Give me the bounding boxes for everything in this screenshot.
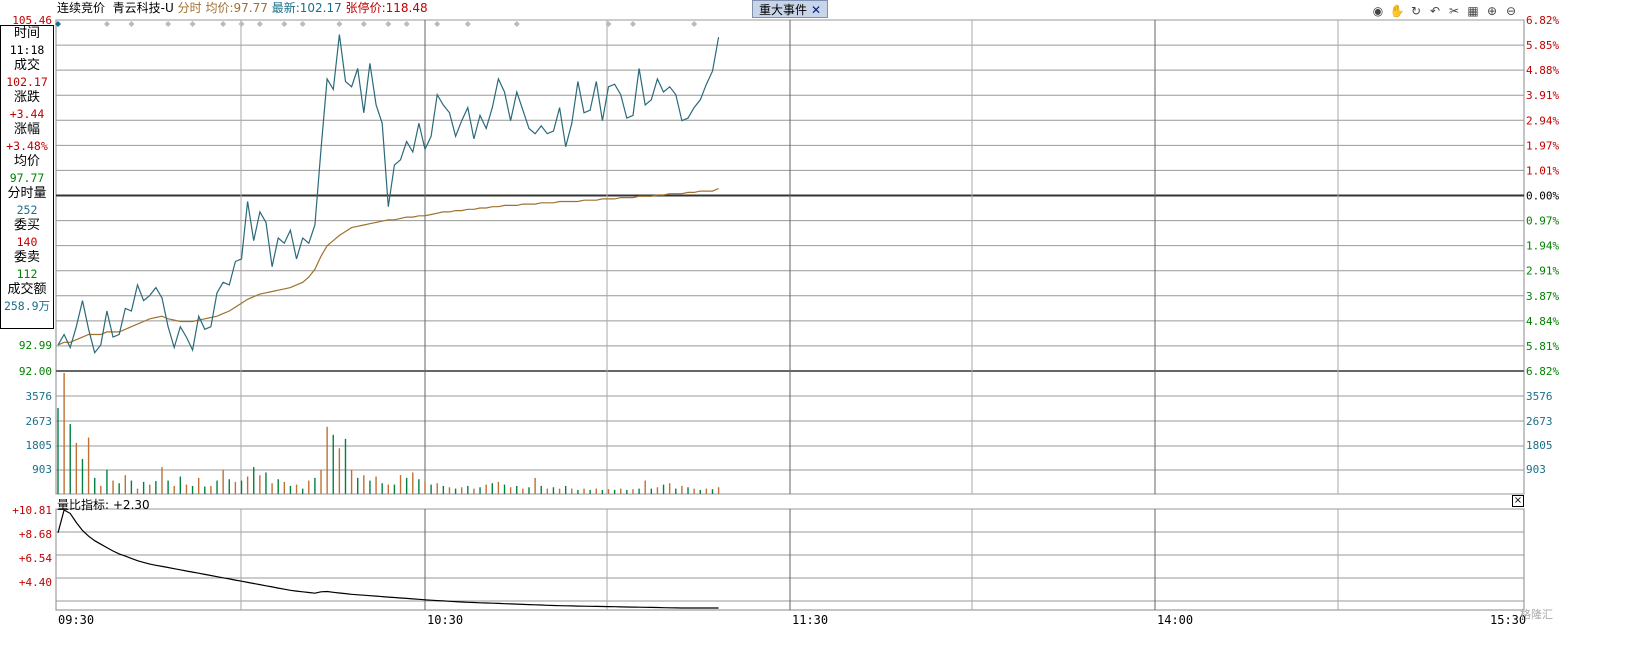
event-marker-icon: [220, 21, 227, 27]
time-label-1030: 10:30: [427, 613, 464, 627]
time-label: 时间: [13, 26, 40, 41]
chart-grid: [55, 19, 1525, 611]
pct-tick-label: 3.87%: [1526, 290, 1559, 303]
pct-tick-label: 4.84%: [1526, 315, 1559, 328]
event-marker-icon: [513, 21, 520, 27]
price-axis-right: 6.82% 5.85% 4.88% 3.91% 2.94% 1.97% 1.01% 0.00%…: [1526, 14, 1559, 378]
ask-value: 112: [16, 267, 38, 281]
volume-axis: 3576 3576 2673 2673 1805 1805 903 903: [26, 390, 1553, 476]
ratio-tick-label: +4.40: [19, 576, 52, 589]
volume-ratio-axis: +10.81 +8.68 +6.54 +4.40: [12, 504, 52, 589]
event-marker-icon: [336, 21, 343, 27]
event-marker-icon: [691, 21, 698, 27]
event-marker-icon: [299, 21, 306, 27]
bid-label: 委买: [13, 218, 40, 233]
pct-tick-label: 5.81%: [1526, 340, 1559, 353]
volume-bars: [57, 373, 720, 494]
event-marker-icon: [360, 21, 367, 27]
bid-value: 140: [16, 235, 38, 249]
volume-ratio-header: 量比指标: +2.30: [57, 496, 150, 513]
pct-tick-label: 6.82%: [1526, 365, 1559, 378]
avg-series-line: [57, 187, 719, 346]
price-series-line: [57, 34, 720, 355]
volume-tick-label: 903: [1526, 463, 1546, 476]
time-label-1400: 14:00: [1157, 613, 1194, 627]
price-tick-label: 92.99: [19, 339, 52, 352]
volume-tick-label: 2673: [1526, 415, 1553, 428]
info-panel: 时间 11:18 成交 102.17 涨跌 +3.44 涨幅 +3.48% 均价…: [0, 25, 54, 329]
intraday-chart[interactable]: 105.4692.9992.00 6.82%5.85%4.88%3.91%2.9…: [0, 0, 1637, 659]
time-label-0930: 09:30: [58, 613, 95, 627]
avg-value: 97.77: [9, 171, 45, 185]
event-marker-icon: [629, 21, 636, 27]
volume-tick-label: 1805: [1526, 439, 1553, 452]
ratio-tick-label: +6.54: [19, 552, 52, 565]
avg-price-line: [57, 187, 719, 346]
pct-tick-label: 6.82%: [1526, 14, 1559, 27]
pct-tick-label: 0.00%: [1526, 190, 1559, 203]
event-marker-icon: [189, 21, 196, 27]
ratio-tick-label: +10.81: [12, 504, 52, 517]
pct-label: 涨幅: [13, 122, 40, 137]
ratio-series-line: [57, 509, 719, 609]
amount-label: 成交额: [7, 282, 47, 297]
event-marker-icon: [605, 21, 612, 27]
pct-tick-label: 1.97%: [1526, 139, 1559, 152]
volume-label: 分时量: [7, 186, 47, 201]
event-marker-icon: [281, 21, 288, 27]
price-tick-label: 92.00: [19, 365, 52, 378]
volume-tick-label: 2673: [26, 415, 53, 428]
event-marker-icon: [256, 21, 263, 27]
event-markers[interactable]: [55, 21, 698, 27]
volume-ratio-line: [57, 509, 719, 609]
volume-tick-label: 3576: [26, 390, 53, 403]
pct-tick-label: 5.85%: [1526, 39, 1559, 52]
volume-ratio-value: +2.30: [112, 498, 150, 512]
change-value: +3.44: [9, 107, 45, 121]
price-line: [57, 34, 720, 355]
volume-ratio-label: 量比指标:: [57, 498, 110, 512]
avg-label: 均价: [13, 154, 40, 169]
pct-tick-label: 1.94%: [1526, 240, 1559, 253]
pct-tick-label: 0.97%: [1526, 215, 1559, 228]
trade-label: 成交: [13, 58, 40, 73]
event-marker-icon: [385, 21, 392, 27]
pct-tick-label: 2.94%: [1526, 114, 1559, 127]
pct-tick-label: 2.91%: [1526, 265, 1559, 278]
time-label-1130: 11:30: [792, 613, 829, 627]
volume-value: 252: [16, 203, 38, 217]
event-marker-icon: [238, 21, 245, 27]
close-icon[interactable]: ×: [1512, 495, 1524, 507]
volume-tick-label: 1805: [26, 439, 53, 452]
trade-value: 102.17: [6, 75, 48, 89]
volume-tick-label: 903: [32, 463, 52, 476]
event-marker-icon: [128, 21, 135, 27]
pct-tick-label: 3.91%: [1526, 89, 1559, 102]
event-marker-icon: [434, 21, 441, 27]
pct-value: +3.48%: [6, 139, 48, 153]
event-marker-icon: [103, 21, 110, 27]
event-marker-icon: [464, 21, 471, 27]
change-label: 涨跌: [13, 90, 40, 105]
event-marker-icon: [403, 21, 410, 27]
volume-tick-label: 3576: [1526, 390, 1553, 403]
watermark-logo: 格隆汇: [1520, 608, 1553, 621]
amount-value: 258.9万: [3, 299, 51, 313]
time-value: 11:18: [9, 43, 45, 57]
pct-tick-label: 1.01%: [1526, 164, 1559, 177]
pct-tick-label: 4.88%: [1526, 64, 1559, 77]
ratio-tick-label: +8.68: [19, 528, 52, 541]
event-marker-icon: [165, 21, 172, 27]
ask-label: 委卖: [13, 250, 40, 265]
